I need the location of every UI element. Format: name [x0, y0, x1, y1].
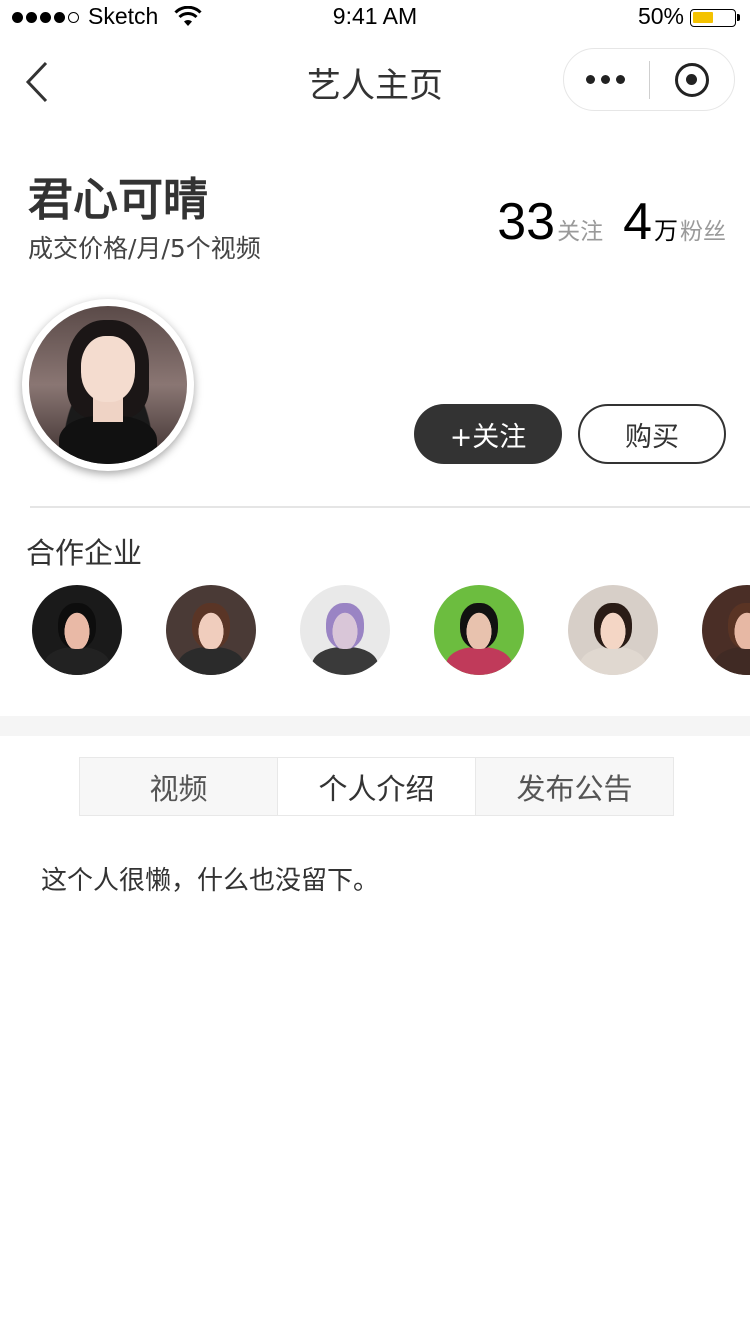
partners-title: 合作企业 — [26, 536, 143, 570]
battery-icon — [690, 9, 740, 27]
divider — [30, 506, 750, 508]
following-label: 关注 — [557, 219, 604, 245]
follow-stats: 33 关注 4 万 粉丝 — [497, 196, 726, 248]
buy-button[interactable]: 购买 — [578, 404, 726, 464]
more-dots-icon[interactable] — [586, 75, 625, 84]
intro-text: 这个人很懒，什么也没留下。 — [41, 866, 380, 896]
partner-avatar-1[interactable] — [32, 585, 122, 675]
avatar[interactable] — [22, 299, 194, 471]
battery-percent: 50% — [637, 3, 684, 29]
followers-count: 4 — [623, 193, 652, 251]
followers-label: 粉丝 — [680, 219, 726, 245]
capsule-divider — [649, 61, 650, 99]
navigation-bar: 艺人主页 — [0, 36, 750, 126]
partner-avatar-5[interactable] — [568, 585, 658, 675]
followers-unit: 万 — [654, 217, 678, 245]
follow-button[interactable]: +关注 — [414, 404, 562, 464]
section-separator — [0, 716, 750, 736]
status-bar: Sketch 9:41 AM 50% — [0, 0, 750, 36]
artist-page: Sketch 9:41 AM 50% 艺人主页 君心可晴 成交价格/月/5个视频… — [0, 0, 750, 1334]
artist-subtitle: 成交价格/月/5个视频 — [28, 234, 261, 263]
partner-list — [32, 585, 750, 675]
tab-bar: 视频 个人介绍 发布公告 — [79, 757, 674, 816]
tab-videos[interactable]: 视频 — [80, 758, 278, 815]
partner-avatar-3[interactable] — [300, 585, 390, 675]
tab-announcements[interactable]: 发布公告 — [476, 758, 673, 815]
artist-name: 君心可晴 — [28, 173, 209, 226]
following-count: 33 — [497, 193, 556, 251]
partner-avatar-4[interactable] — [434, 585, 524, 675]
target-circle-icon[interactable] — [675, 63, 709, 97]
partner-avatar-2[interactable] — [166, 585, 256, 675]
partner-avatar-6[interactable] — [702, 585, 750, 675]
tab-profile-intro[interactable]: 个人介绍 — [278, 758, 476, 815]
mini-program-capsule — [563, 48, 735, 111]
artist-avatar-photo — [29, 306, 187, 464]
